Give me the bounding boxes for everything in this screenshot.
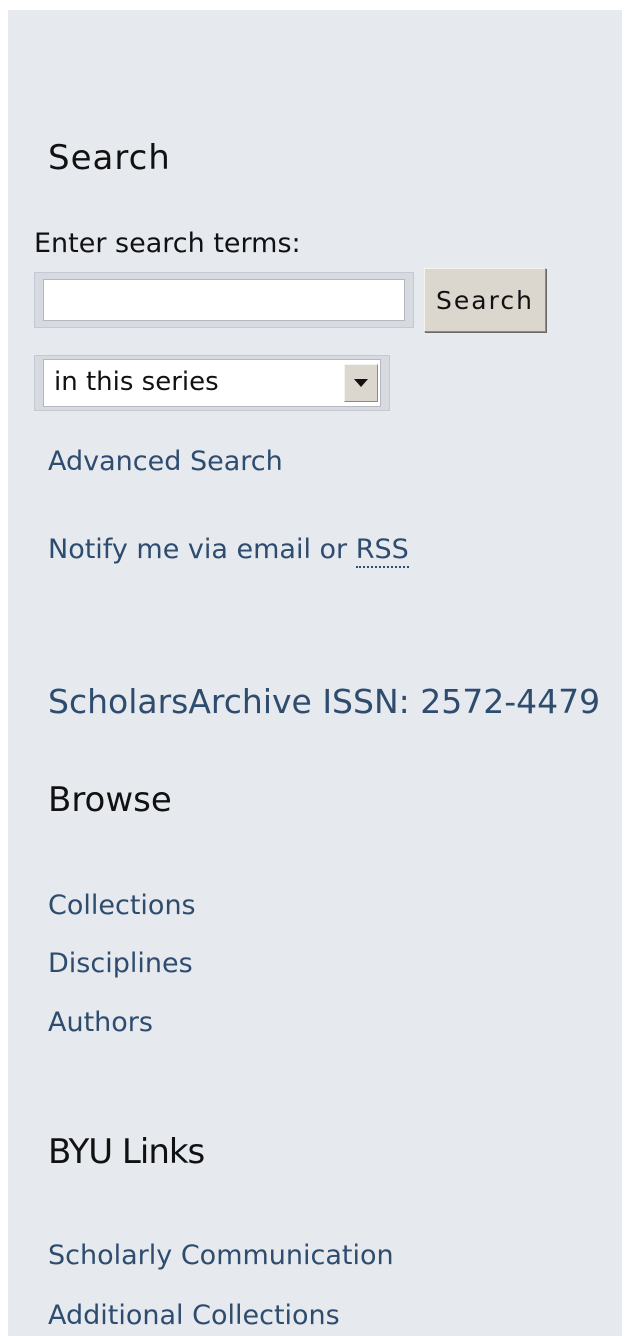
additional-collections-link[interactable]: Additional Collections	[48, 1300, 340, 1331]
search-scope-select[interactable]: in this series	[43, 359, 381, 407]
advanced-search-link[interactable]: Advanced Search	[48, 446, 283, 477]
search-row: Search	[34, 268, 554, 338]
search-scope-value: in this series	[54, 367, 219, 397]
browse-disciplines-link[interactable]: Disciplines	[48, 948, 193, 979]
rss-abbr: RSS	[355, 534, 409, 568]
notify-link[interactable]: Notify me via email or RSS	[48, 534, 409, 568]
browse-authors-link[interactable]: Authors	[48, 1007, 153, 1038]
search-input-wrapper	[34, 272, 414, 328]
scholarly-communication-link[interactable]: Scholarly Communication	[48, 1240, 394, 1271]
browse-heading: Browse	[48, 780, 172, 820]
byu-links-heading: BYU Links	[48, 1132, 205, 1172]
search-heading: Search	[48, 138, 171, 178]
issn-link[interactable]: ScholarsArchive ISSN: 2572-4479	[48, 682, 600, 721]
chevron-down-icon	[354, 379, 368, 387]
search-input[interactable]	[43, 279, 405, 321]
browse-collections-link[interactable]: Collections	[48, 890, 196, 921]
sidebar: Search Enter search terms: Search in thi…	[8, 10, 622, 1336]
search-button[interactable]: Search	[424, 268, 546, 332]
search-label: Enter search terms:	[34, 228, 301, 259]
search-scope-wrapper: in this series	[34, 355, 390, 411]
dropdown-arrow-button[interactable]	[344, 364, 378, 402]
notify-text: Notify me via email or	[48, 534, 356, 565]
